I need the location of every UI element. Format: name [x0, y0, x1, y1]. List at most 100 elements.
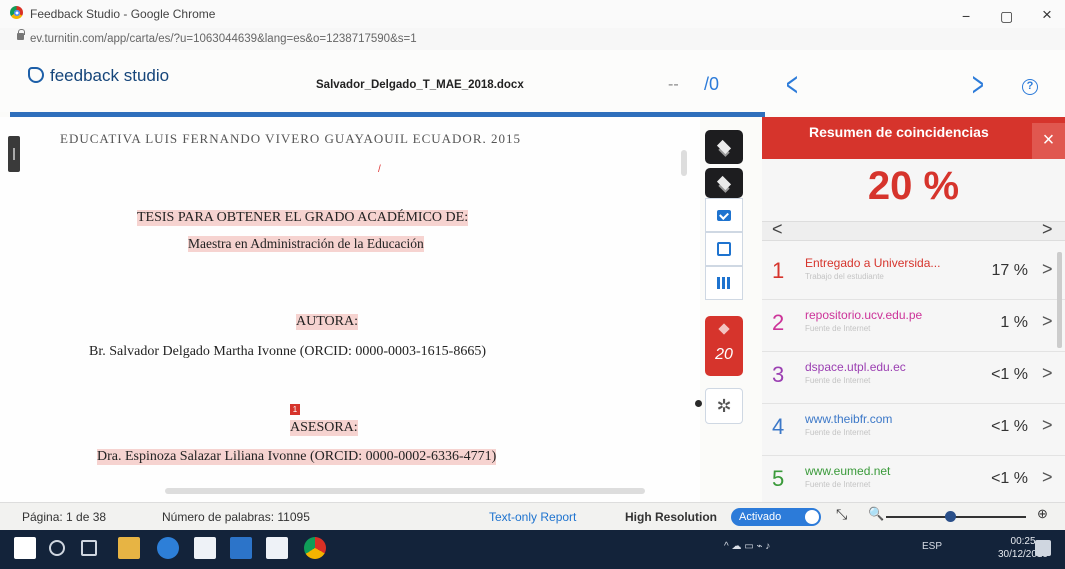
feedback-studio-logo-icon	[28, 67, 44, 83]
tray-icons[interactable]: ^ ☁ ▭ ⌁ ♪	[724, 541, 770, 552]
doc-heading: TESIS PARA OBTENER EL GRADO ACADÉMICO DE…	[137, 210, 469, 226]
document-horizontal-scrollbar[interactable]	[165, 488, 645, 494]
match-type: Trabajo del estudiante	[805, 272, 884, 281]
match-type: Fuente de Internet	[805, 480, 871, 489]
checkmark-icon	[717, 209, 731, 221]
layers-group-button[interactable]	[705, 168, 743, 198]
screen: Feedback Studio - Google Chrome − ▢ × ev…	[0, 0, 1065, 569]
doc-autora-name: Br. Salvador Delgado Martha Ivonne (ORCI…	[89, 344, 486, 359]
match-percent: 1 %	[1000, 314, 1028, 331]
next-paper-button[interactable]: >	[972, 66, 984, 105]
zoom-out-icon[interactable]: 🔍	[868, 506, 884, 522]
match-percent: <1 %	[991, 418, 1028, 435]
match-source: dspace.utpl.edu.ec	[805, 360, 906, 374]
maximize-button[interactable]: ▢	[1000, 8, 1013, 25]
match-source: www.theibfr.com	[805, 412, 893, 426]
high-resolution-label: High Resolution	[625, 510, 717, 524]
windows-start-icon[interactable]	[14, 537, 36, 559]
match-number: 1	[772, 258, 785, 283]
page-input[interactable]: --	[668, 76, 679, 94]
zoom-in-icon[interactable]: ⊕	[1037, 506, 1048, 522]
match-source: repositorio.ucv.edu.pe	[805, 308, 923, 322]
minimize-button[interactable]: −	[962, 8, 970, 24]
grading-tool-button[interactable]	[705, 198, 743, 232]
panel-prev-button[interactable]: <	[772, 219, 783, 240]
match-percent: <1 %	[991, 366, 1028, 383]
app-l-icon[interactable]	[230, 537, 252, 559]
match-percent: <1 %	[991, 470, 1028, 487]
document-title: Salvador_Delgado_T_MAE_2018.docx	[316, 79, 524, 91]
fit-page-icon[interactable]: ⤡	[836, 506, 847, 523]
chevron-right-icon[interactable]: >	[1042, 415, 1053, 436]
grid-icon	[717, 277, 731, 289]
window-titlebar: Feedback Studio - Google Chrome	[0, 0, 1065, 28]
panel-next-button[interactable]: >	[1042, 219, 1053, 240]
word-count: Número de palabras: 11095	[162, 510, 310, 524]
chrome-icon	[10, 6, 23, 19]
document-vertical-scrollbar[interactable]	[681, 150, 687, 176]
file-explorer-icon[interactable]	[118, 537, 140, 559]
window-title: Feedback Studio - Google Chrome	[30, 7, 216, 21]
match-type: Fuente de Internet	[805, 324, 871, 333]
feedback-tool-button[interactable]	[705, 232, 743, 266]
rubric-tool-button[interactable]	[705, 266, 743, 300]
url-text: ev.turnitin.com/app/carta/es/?u=10630446…	[30, 33, 417, 45]
match-row[interactable]: 5 www.eumed.net Fuente de Internet <1 % …	[762, 456, 1065, 502]
chevron-right-icon[interactable]: >	[1042, 311, 1053, 332]
similarity-percentage: 20 %	[867, 164, 960, 208]
chevron-right-icon[interactable]: >	[1042, 363, 1053, 384]
similarity-button[interactable]: 20	[705, 316, 743, 376]
doc-red-mark: /	[378, 164, 381, 175]
layers-icon	[716, 139, 732, 155]
mail-icon[interactable]	[266, 537, 288, 559]
high-resolution-toggle[interactable]: Activado	[731, 508, 821, 526]
task-view-icon[interactable]	[81, 540, 97, 556]
language-indicator[interactable]: ESP	[922, 541, 942, 552]
close-window-button[interactable]: ×	[1042, 5, 1052, 25]
match-row[interactable]: 2 repositorio.ucv.edu.pe Fuente de Inter…	[762, 300, 1065, 352]
app-name: feedback studio	[50, 66, 170, 85]
doc-subheading: Maestra en Administración de la Educació…	[188, 236, 424, 252]
chrome-taskbar-icon[interactable]	[304, 537, 326, 559]
match-number: 2	[772, 310, 785, 335]
match-percent: 17 %	[991, 262, 1028, 279]
settings-button[interactable]: ✲	[705, 388, 743, 424]
panel-scrollbar[interactable]	[1057, 252, 1062, 348]
match-row[interactable]: 1 Entregado a Universida... Trabajo del …	[762, 248, 1065, 300]
edge-icon[interactable]	[157, 537, 179, 559]
side-panel-toggle[interactable]	[8, 136, 20, 172]
similarity-score-badge: 20	[715, 346, 733, 363]
match-row[interactable]: 3 dspace.utpl.edu.ec Fuente de Internet …	[762, 352, 1065, 404]
match-source: Entregado a Universida...	[805, 256, 941, 270]
panel-title: Resumen de coincidencias	[809, 124, 989, 140]
match-number: 5	[772, 466, 785, 491]
match-type: Fuente de Internet	[805, 428, 871, 437]
match-marker[interactable]: 1	[290, 404, 300, 415]
doc-line-cut: EDUCATIVA LUIS FERNANDO VIVERO GUAYAQUIL…	[60, 131, 521, 143]
panel-nav-bar	[762, 221, 1065, 241]
page-indicator: Página: 1 de 38	[22, 510, 107, 524]
notifications-icon[interactable]	[1035, 540, 1051, 556]
gear-icon: ✲	[716, 396, 732, 416]
text-only-report-link[interactable]: Text-only Report	[489, 510, 576, 524]
close-panel-button[interactable]: ×	[1032, 123, 1065, 159]
document-viewer[interactable]	[0, 117, 700, 502]
store-icon[interactable]	[194, 537, 216, 559]
doc-asesora-label: ASESORA:	[290, 420, 358, 436]
rail-handle[interactable]	[695, 400, 702, 407]
edit-icon	[717, 242, 731, 256]
match-number: 4	[772, 414, 785, 439]
search-icon[interactable]	[49, 540, 65, 556]
doc-asesora-name: Dra. Espinoza Salazar Liliana Ivonne (OR…	[97, 449, 497, 465]
match-source: www.eumed.net	[805, 464, 891, 478]
match-row[interactable]: 4 www.theibfr.com Fuente de Internet <1 …	[762, 404, 1065, 456]
lock-icon	[17, 29, 25, 40]
chevron-right-icon[interactable]: >	[1042, 259, 1053, 280]
layers-icon	[716, 175, 732, 191]
layers-tool-button[interactable]	[705, 130, 743, 164]
help-icon[interactable]: ?	[1022, 79, 1038, 95]
previous-paper-button[interactable]: <	[786, 66, 798, 105]
chevron-right-icon[interactable]: >	[1042, 467, 1053, 488]
address-bar[interactable]: ev.turnitin.com/app/carta/es/?u=10630446…	[0, 28, 1065, 50]
match-type: Fuente de Internet	[805, 376, 871, 385]
